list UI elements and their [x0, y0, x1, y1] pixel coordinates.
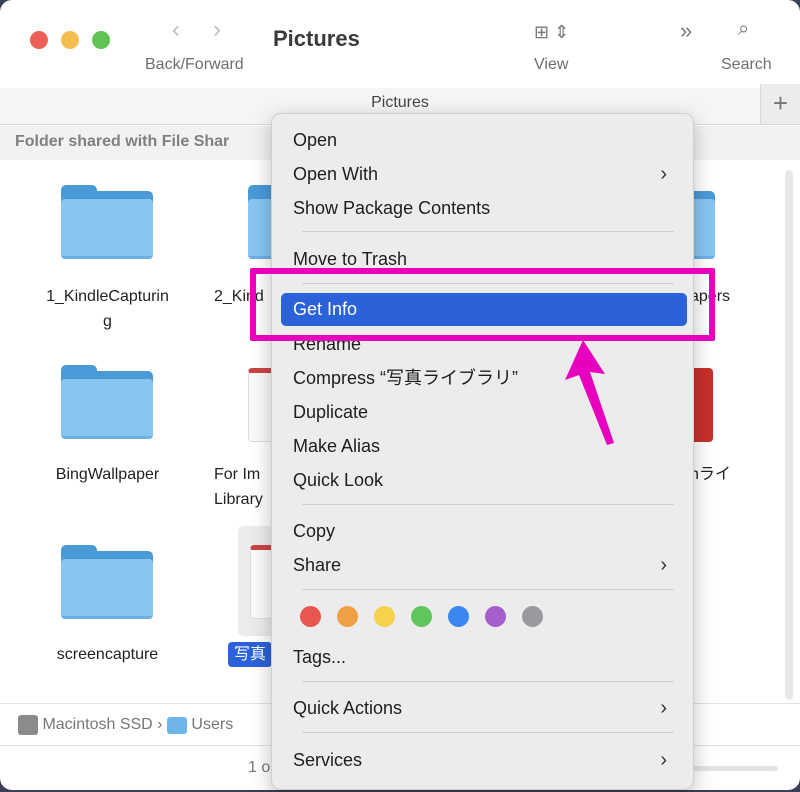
minimize-button[interactable]: [61, 31, 79, 49]
annotation-arrow-icon: [565, 340, 614, 445]
file-name-selected[interactable]: 写真: [228, 642, 273, 667]
chevron-right-icon: ›: [660, 749, 667, 771]
chevron-right-icon: ›: [660, 554, 667, 576]
tag-red[interactable]: [300, 606, 321, 627]
menu-item-share[interactable]: Share ›: [293, 549, 683, 581]
annotation-highlight-box: [250, 268, 715, 341]
chevron-right-icon: ›: [660, 697, 667, 719]
menu-item-tags[interactable]: Tags...: [293, 641, 683, 673]
path-item[interactable]: Macintosh SSD: [42, 716, 152, 733]
tag-yellow[interactable]: [374, 606, 395, 627]
view-label: View: [534, 56, 569, 73]
tag-gray[interactable]: [522, 606, 543, 627]
menu-item-quick-actions[interactable]: Quick Actions ›: [293, 692, 683, 724]
menu-divider: [302, 504, 674, 505]
menu-divider: [302, 589, 674, 590]
menu-item-quick-look[interactable]: Quick Look: [293, 464, 683, 496]
search-label: Search: [721, 56, 772, 73]
file-name[interactable]: screencapture: [20, 642, 195, 667]
menu-divider: [302, 681, 674, 682]
menu-divider: [302, 231, 674, 232]
folder-icon[interactable]: [61, 365, 153, 439]
grid-view-icon[interactable]: ⊞ ⇕: [534, 22, 569, 43]
path-separator-icon: ›: [157, 716, 167, 734]
file-name[interactable]: BingWallpaper: [20, 462, 195, 487]
icon-size-slider[interactable]: [690, 766, 778, 771]
tag-orange[interactable]: [337, 606, 358, 627]
file-name[interactable]: 1_KindleCapturin g: [20, 284, 195, 334]
menu-item-open-with[interactable]: Open With ›: [293, 158, 683, 190]
folder-icon[interactable]: [61, 545, 153, 619]
menu-item-label: Share: [293, 555, 342, 575]
file-name[interactable]: For Im Library: [214, 462, 263, 512]
users-folder-icon: [166, 716, 187, 734]
more-toolbar-icon[interactable]: »: [680, 18, 692, 44]
menu-item-services[interactable]: Services ›: [293, 744, 683, 776]
tag-purple[interactable]: [485, 606, 506, 627]
disk-icon: [18, 715, 38, 735]
path-item[interactable]: Users: [191, 716, 233, 733]
forward-chevron-icon[interactable]: ›: [213, 16, 221, 44]
status-text: 1 o: [248, 759, 271, 776]
menu-item-copy[interactable]: Copy: [293, 515, 683, 547]
window-title: Pictures: [273, 26, 360, 51]
tag-green[interactable]: [411, 606, 432, 627]
menu-item-label: Services: [293, 750, 363, 770]
back-forward-label: Back/Forward: [145, 56, 244, 73]
menu-item-open[interactable]: Open: [293, 124, 683, 156]
menu-item-label: Open With: [293, 164, 379, 184]
tag-blue[interactable]: [448, 606, 469, 627]
menu-divider: [302, 732, 674, 733]
close-button[interactable]: [30, 31, 48, 49]
tab-label: Pictures: [371, 94, 429, 111]
menu-item-label: Quick Actions: [293, 698, 403, 718]
zoom-button[interactable]: [92, 31, 110, 49]
chevron-right-icon: ›: [660, 163, 667, 185]
scrollbar[interactable]: [785, 170, 793, 700]
file-name[interactable]: hライ: [690, 462, 731, 487]
search-icon[interactable]: ⌕: [738, 18, 749, 41]
new-tab-button[interactable]: +: [760, 84, 800, 125]
menu-item-show-package-contents[interactable]: Show Package Contents: [293, 192, 683, 224]
back-chevron-icon[interactable]: ‹: [172, 16, 180, 44]
folder-icon[interactable]: [61, 185, 153, 259]
